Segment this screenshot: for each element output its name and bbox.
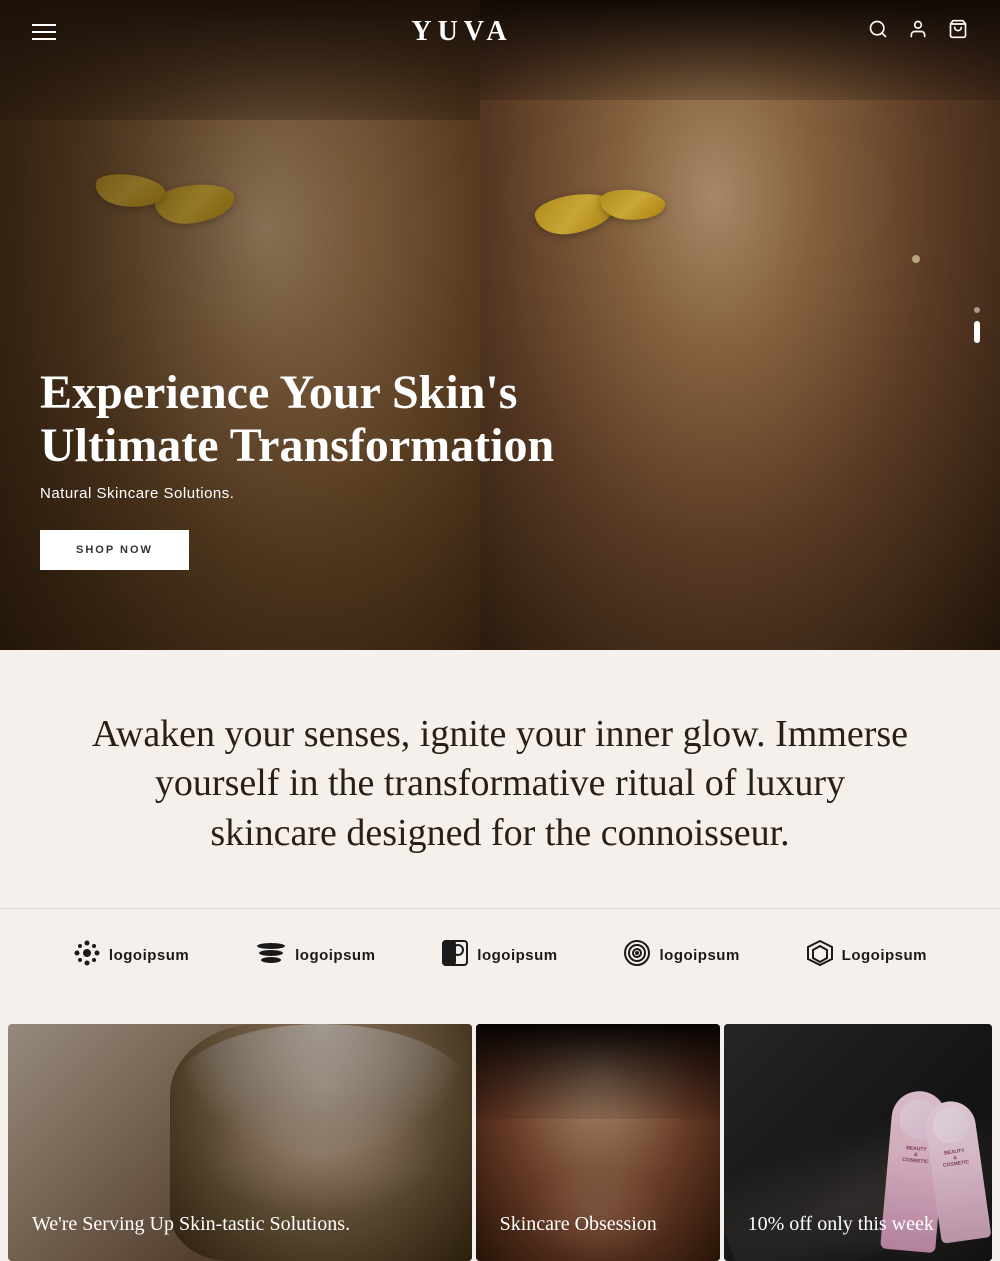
shop-now-button[interactable]: SHOP NOW xyxy=(40,530,189,570)
slide-indicators xyxy=(974,307,980,343)
logo-item-5[interactable]: Logoipsum xyxy=(806,939,927,971)
card-discount[interactable]: BEAUTY&COSMETIC BEAUTY&COSMETIC 10% off … xyxy=(724,1024,992,1261)
logo-text-3: logoipsum xyxy=(477,947,557,964)
cart-icon[interactable] xyxy=(948,19,968,45)
card-skin-solutions[interactable]: We're Serving Up Skin-tastic Solutions. xyxy=(8,1024,472,1261)
logo-icon-3 xyxy=(441,939,469,971)
logo-item-4[interactable]: logoipsum xyxy=(623,939,739,971)
card-2-content: Skincare Obsession xyxy=(500,1212,657,1237)
search-icon[interactable] xyxy=(868,19,888,45)
logo-text-1: logoipsum xyxy=(109,947,189,964)
card-1-title: We're Serving Up Skin-tastic Solutions. xyxy=(32,1212,350,1237)
card-3-title: 10% off only this week xyxy=(748,1212,934,1237)
slide-dot-1[interactable] xyxy=(974,307,980,313)
hero-content: Experience Your Skin's Ultimate Transfor… xyxy=(40,367,590,570)
logo-icon-1 xyxy=(73,939,101,971)
hero-subtitle: Natural Skincare Solutions. xyxy=(40,485,590,502)
cards-section: We're Serving Up Skin-tastic Solutions. … xyxy=(0,1016,1000,1261)
logos-section: logoipsum logoipsum logoipsum xyxy=(0,908,1000,1016)
slide-dot-2[interactable] xyxy=(974,321,980,343)
card-skincare-obsession[interactable]: Skincare Obsession xyxy=(476,1024,720,1261)
site-logo[interactable]: YUVA xyxy=(411,16,512,48)
header-left xyxy=(32,24,56,40)
hamburger-menu-button[interactable] xyxy=(32,24,56,40)
tagline-section: Awaken your senses, ignite your inner gl… xyxy=(0,650,1000,908)
logo-text-2: logoipsum xyxy=(295,947,375,964)
hero-title: Experience Your Skin's Ultimate Transfor… xyxy=(40,367,590,473)
card-2-title: Skincare Obsession xyxy=(500,1212,657,1237)
card-3-content: 10% off only this week xyxy=(748,1212,934,1237)
logo-text-4: logoipsum xyxy=(659,947,739,964)
account-icon[interactable] xyxy=(908,19,928,45)
header-actions xyxy=(868,19,968,45)
logo-text-5: Logoipsum xyxy=(842,947,927,964)
logo-icon-2 xyxy=(255,942,287,968)
logo-icon-4 xyxy=(623,939,651,971)
hero-section: Experience Your Skin's Ultimate Transfor… xyxy=(0,0,1000,650)
logo-item-2[interactable]: logoipsum xyxy=(255,942,375,968)
tagline-text: Awaken your senses, ignite your inner gl… xyxy=(90,710,910,858)
logo-item-3[interactable]: logoipsum xyxy=(441,939,557,971)
logo-icon-5 xyxy=(806,939,834,971)
logo-item-1[interactable]: logoipsum xyxy=(73,939,189,971)
card-1-content: We're Serving Up Skin-tastic Solutions. xyxy=(32,1212,350,1237)
